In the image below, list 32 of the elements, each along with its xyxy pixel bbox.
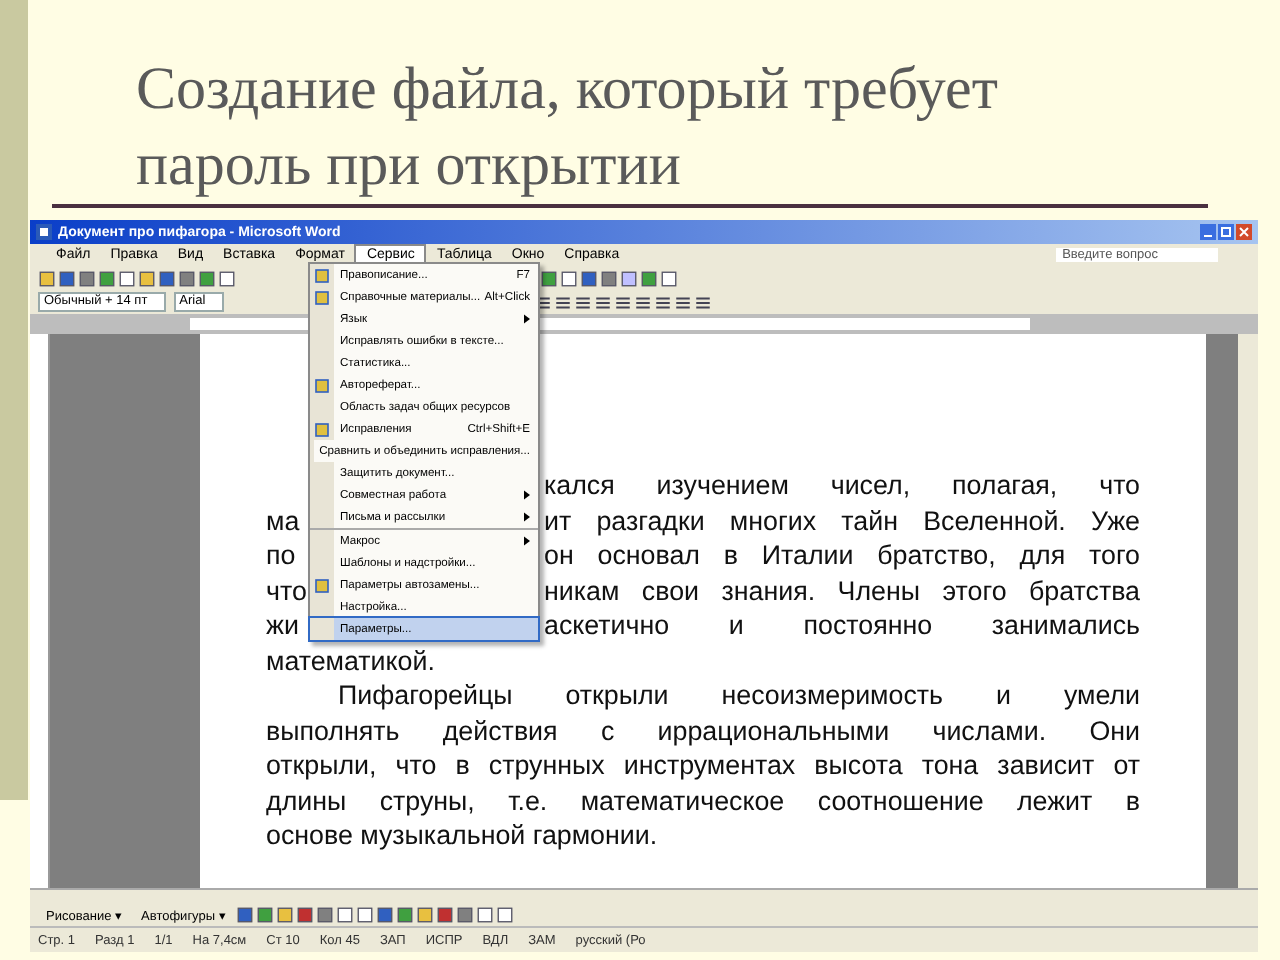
vertical-scrollbar[interactable] <box>1238 334 1258 888</box>
text-line: никам свои знания. Члены этого братства <box>544 573 1140 608</box>
document-icon <box>36 224 52 240</box>
minimize-icon[interactable] <box>1200 224 1216 240</box>
text-fragment: ма <box>266 503 300 538</box>
toolbar-icon[interactable] <box>573 293 592 311</box>
submenu-arrow-icon <box>524 536 530 546</box>
toolbar-icon[interactable] <box>693 293 712 311</box>
text-fragment: жи <box>266 608 299 643</box>
text-fragment: что <box>266 573 307 608</box>
paragraph: Пифагорейцы открыли несоизмеримость и умели выполнять действия с иррациональными числами. Они открыли, что в струнных инструментах высота тона зависит от длины струны, т.е. математическое соотношение лежит в основе музыкальной гармонии. <box>266 678 1140 853</box>
submenu-arrow-icon <box>524 314 530 324</box>
text-line: аскетично и постоянно занимались <box>544 608 1140 643</box>
toolbar-icon[interactable] <box>633 293 652 311</box>
maximize-icon[interactable] <box>1218 224 1234 240</box>
submenu-arrow-icon <box>524 512 530 522</box>
text-line: он основал в Италии братство, для того <box>544 538 1140 573</box>
toolbar-icon[interactable] <box>553 293 572 311</box>
text-line: математикой. <box>266 643 437 678</box>
text-line: кался изучением чисел, полагая, что <box>544 468 1140 503</box>
text-fragment: по <box>266 538 296 573</box>
toolbar-icon[interactable] <box>673 293 692 311</box>
menu-item-icon <box>314 377 330 393</box>
text-line: ит разгадки многих тайн Вселенной. Уже <box>544 503 1140 538</box>
close-icon[interactable] <box>1236 224 1252 240</box>
menu-item-icon <box>314 421 330 437</box>
toolbar-icon[interactable] <box>593 293 612 311</box>
toolbar-icon[interactable] <box>613 293 632 311</box>
submenu-arrow-icon <box>524 490 530 500</box>
toolbar-icon[interactable] <box>653 293 672 311</box>
slide-title: Создание файла, который требует пароль при открытии <box>136 54 1000 202</box>
menu-item-icon <box>314 577 330 593</box>
